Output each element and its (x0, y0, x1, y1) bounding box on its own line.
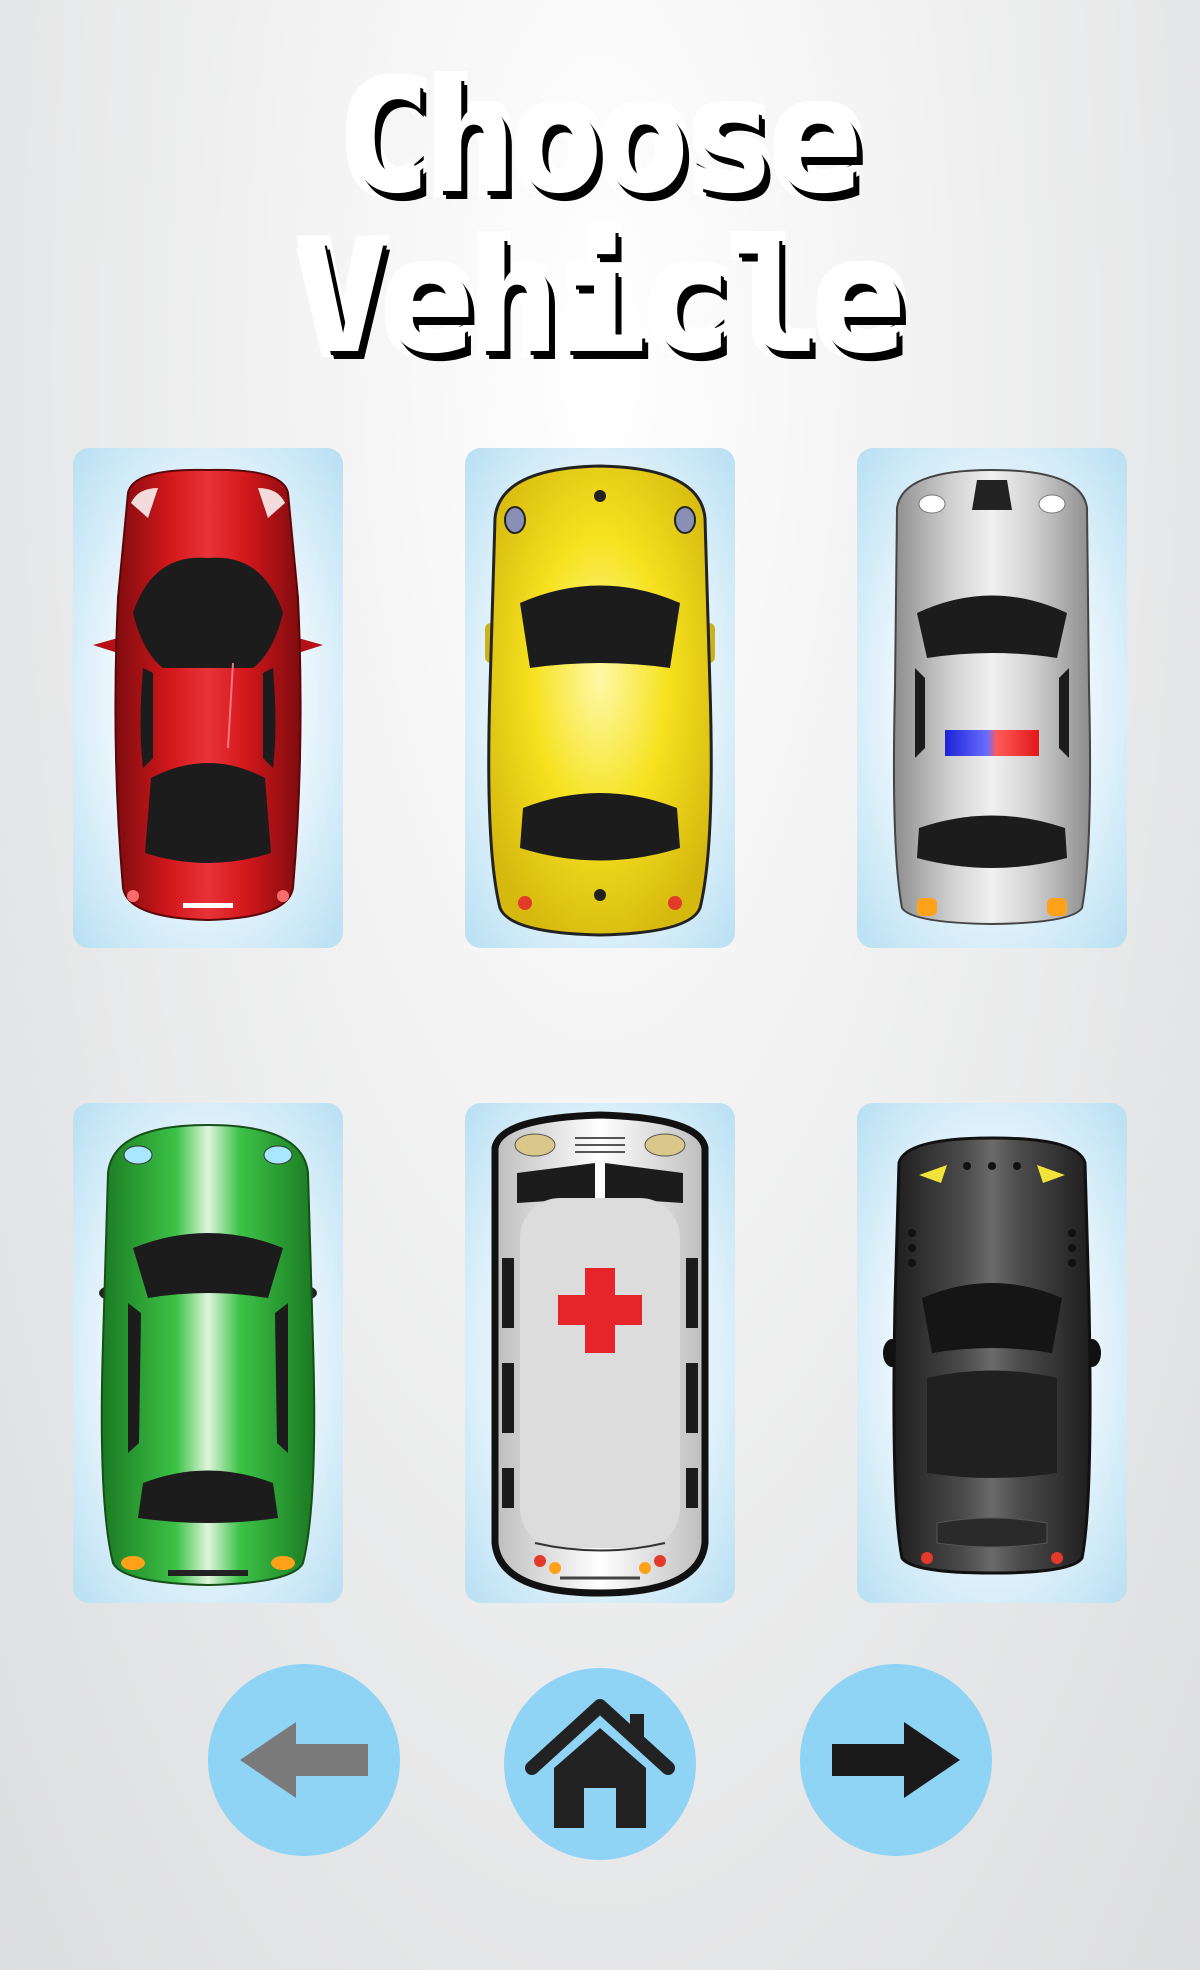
arrow-right-icon (832, 1722, 960, 1798)
vehicle-card-black-sports-car[interactable] (857, 1103, 1127, 1603)
page-title: Choose Vehicle (294, 53, 909, 387)
black-sports-car-icon (883, 1136, 1101, 1575)
police-car-icon (892, 468, 1092, 926)
vehicle-card-red-sports-car[interactable] (73, 448, 343, 948)
vehicle-card-yellow-beetle[interactable] (465, 448, 735, 948)
vehicle-card-green-sedan[interactable] (73, 1103, 343, 1603)
yellow-beetle-icon (485, 464, 715, 937)
arrow-left-icon (240, 1722, 368, 1798)
home-button[interactable] (504, 1668, 696, 1860)
home-icon (525, 1699, 675, 1828)
ambulance-icon (491, 1111, 709, 1597)
vehicle-card-police-car[interactable] (857, 448, 1127, 948)
green-sedan-icon (99, 1123, 317, 1587)
back-button[interactable] (208, 1664, 400, 1856)
vehicle-card-ambulance[interactable] (465, 1103, 735, 1603)
next-button[interactable] (800, 1664, 992, 1856)
red-sports-car-icon (93, 468, 323, 922)
